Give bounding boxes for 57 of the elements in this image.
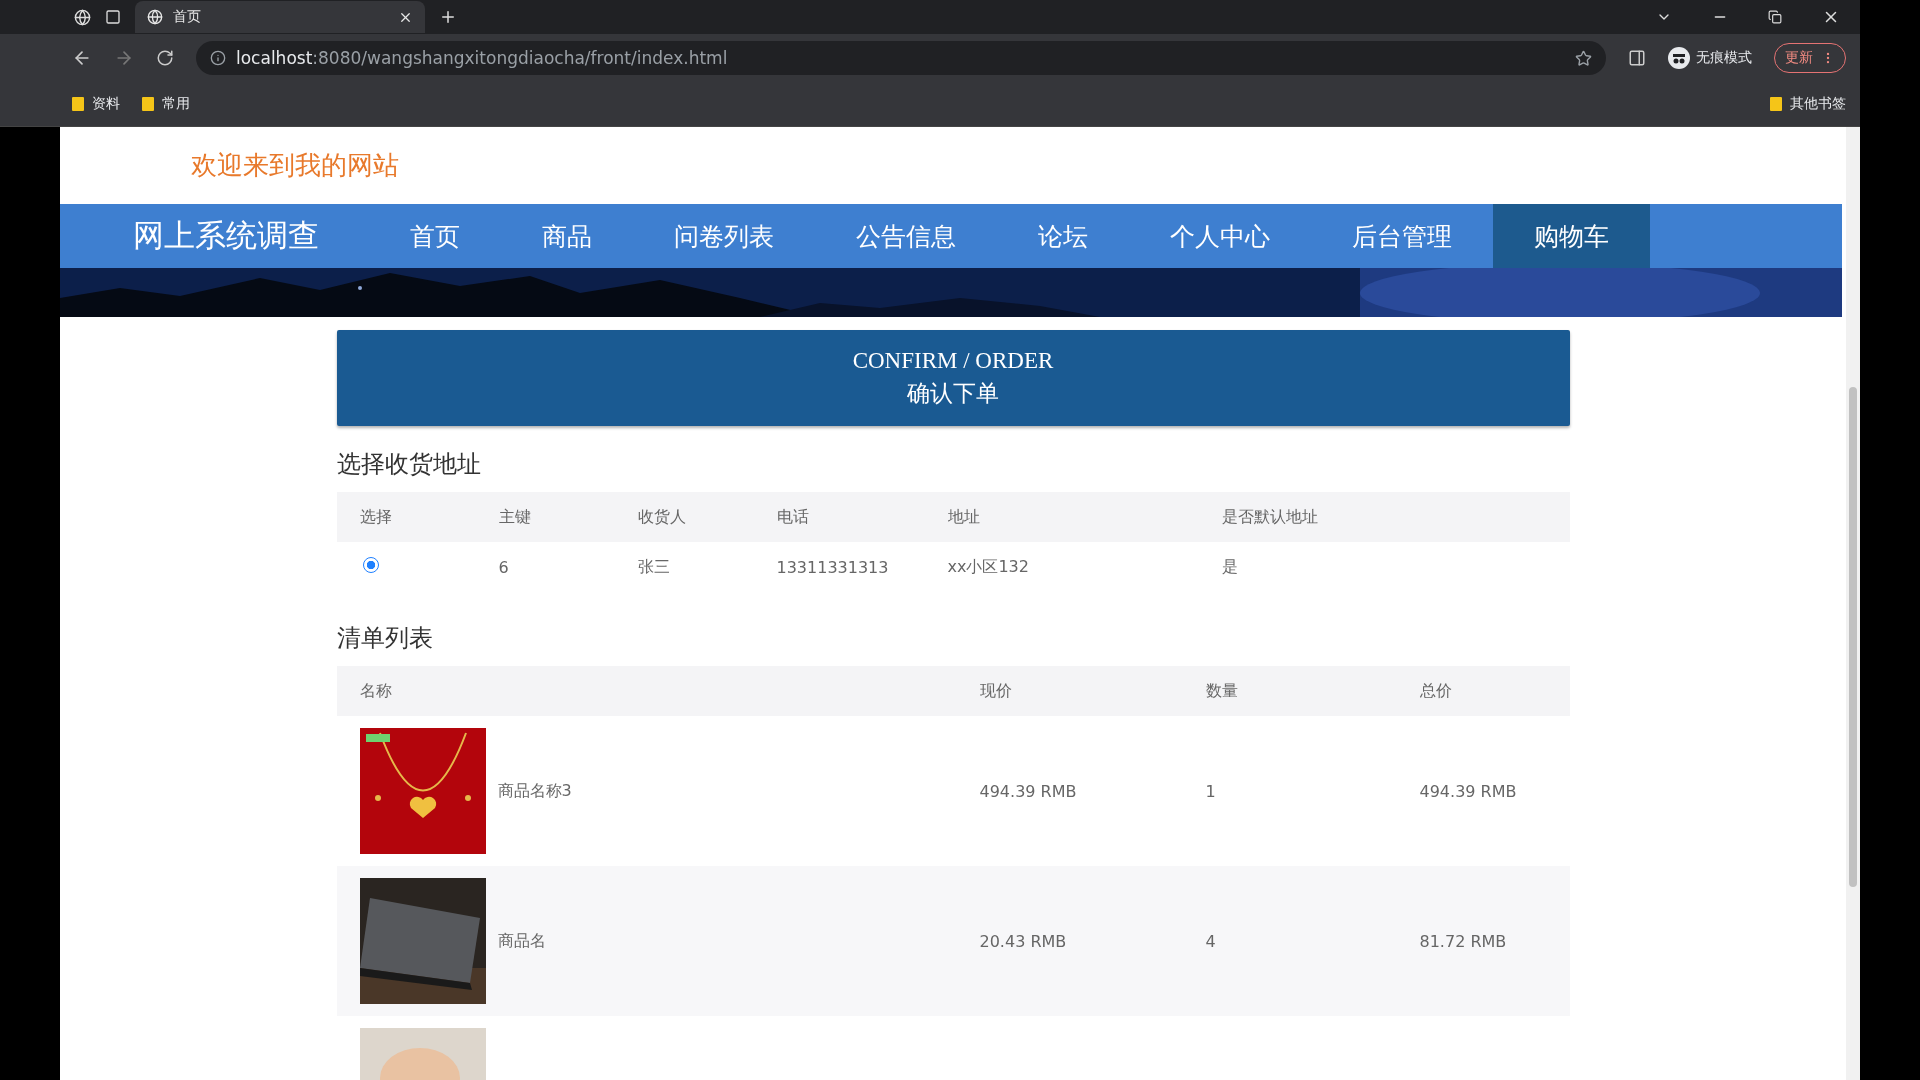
nav-link[interactable]: 购物车 xyxy=(1493,204,1650,268)
table-cell-text: 6 xyxy=(498,557,510,577)
column-header: 电话 xyxy=(776,506,810,528)
nav-link[interactable]: 商品 xyxy=(501,204,633,268)
nav-link[interactable]: 问卷列表 xyxy=(633,204,815,268)
side-panel-icon[interactable] xyxy=(1628,49,1646,67)
nav-link[interactable]: 论坛 xyxy=(997,204,1129,268)
bookmark-folder[interactable]: 资料 xyxy=(72,95,120,113)
column-header: 地址 xyxy=(947,506,981,528)
new-tab-icon[interactable] xyxy=(439,8,457,26)
table-cell: 商品名称3 xyxy=(497,780,572,802)
welcome-text: 欢迎来到我的网站 xyxy=(190,149,400,182)
table-cell: 商品名 xyxy=(497,930,546,952)
nav-link[interactable]: 后台管理 xyxy=(1311,204,1493,268)
section-heading: 选择收货地址 xyxy=(336,449,482,480)
table-cell-text: 13311331313 xyxy=(776,557,890,577)
table-cell-text: 是 xyxy=(1221,556,1239,578)
globe-icon xyxy=(147,9,163,25)
column-header: 名称 xyxy=(359,680,393,702)
banner-title: CONFIRM / ORDER xyxy=(852,347,1054,374)
nav-link[interactable]: 个人中心 xyxy=(1129,204,1311,268)
site-title: 网上系统调查 xyxy=(132,216,320,255)
column-header: 收货人 xyxy=(637,506,687,528)
info-icon xyxy=(210,50,226,66)
table-cell-text: 1 xyxy=(1205,781,1217,801)
table-cell-text: 4 xyxy=(1205,931,1217,951)
banner-subtitle: 确认下单 xyxy=(907,379,999,408)
reload-icon[interactable] xyxy=(156,49,174,67)
incognito-label: 无痕模式 xyxy=(1696,49,1752,67)
address-field[interactable]: localhost:8080/wangshangxitongdiaocha/front/index.html xyxy=(196,41,1606,75)
browser-icon[interactable] xyxy=(74,8,91,26)
tab-title: 首页 xyxy=(173,8,202,26)
table-cell-text: 494.39 RMB xyxy=(979,781,1078,801)
column-header: 选择 xyxy=(359,506,393,528)
window-icon[interactable] xyxy=(105,9,121,25)
column-header: 数量 xyxy=(1205,680,1239,702)
update-button[interactable]: 更新 xyxy=(1774,43,1846,73)
table-cell-text: xx小区132 xyxy=(947,556,1030,578)
table-cell-text: 494.39 RMB xyxy=(1419,781,1518,801)
column-header: 现价 xyxy=(979,680,1013,702)
table-cell-text: 81.72 RMB xyxy=(1419,931,1508,951)
bookmark-folder[interactable]: 其他书签 xyxy=(1770,95,1846,113)
incognito-icon[interactable] xyxy=(1668,47,1690,69)
bookmark-folder[interactable]: 常用 xyxy=(142,95,190,113)
column-header: 是否默认地址 xyxy=(1221,506,1319,528)
table-cell-text: 20.43 RMB xyxy=(979,931,1068,951)
section-heading: 清单列表 xyxy=(336,623,434,654)
scrollbar-thumb[interactable] xyxy=(1849,387,1857,887)
radio-button[interactable] xyxy=(362,557,379,573)
star-icon[interactable] xyxy=(1575,49,1592,67)
column-header: 主键 xyxy=(498,506,532,528)
nav-link[interactable]: 公告信息 xyxy=(815,204,997,268)
table-cell-text: 张三 xyxy=(637,556,671,578)
restore-icon[interactable] xyxy=(1768,10,1782,24)
column-header: 总价 xyxy=(1419,680,1453,702)
browser-tab[interactable]: 首页 xyxy=(135,1,425,33)
nav-link[interactable]: 首页 xyxy=(369,204,501,268)
